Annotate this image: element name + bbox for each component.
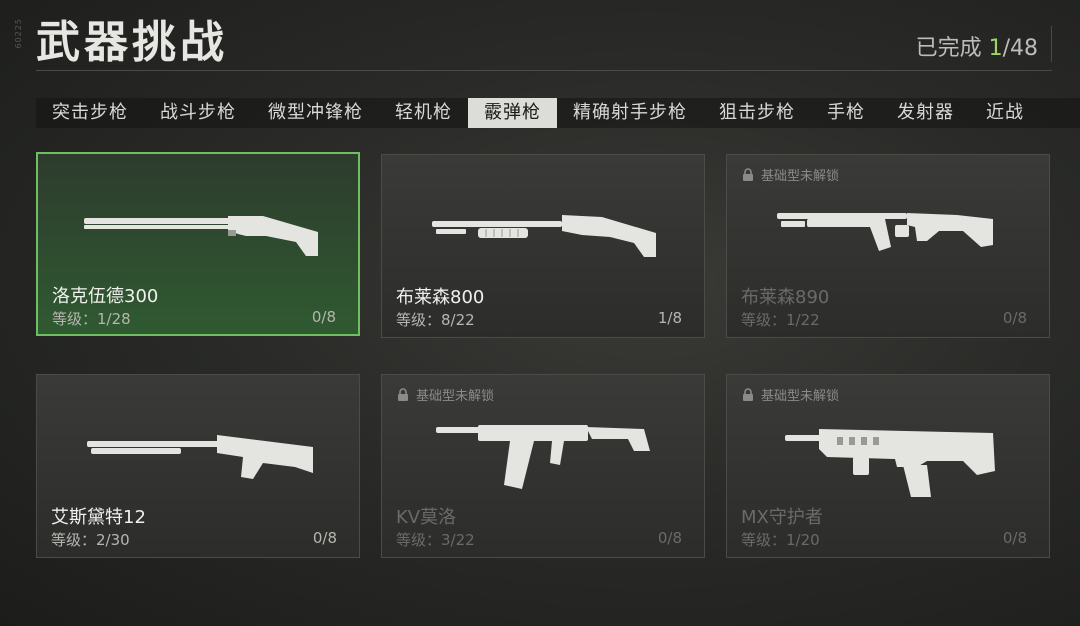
weapon-card-bryson-800[interactable]: 布莱森800 等级：8/22 1/8: [381, 154, 705, 338]
progress-total: /48: [1002, 36, 1038, 61]
tab-pistols[interactable]: 手枪: [811, 98, 881, 128]
weapon-name: KV莫洛: [396, 507, 457, 528]
lock-text: 基础型未解锁: [416, 389, 495, 404]
challenge-count: 0/8: [311, 308, 336, 326]
tab-assault-rifles[interactable]: 突击步枪: [36, 98, 144, 128]
expedite-12-shotgun-icon: [87, 435, 313, 479]
weapon-level: 等级：3/22: [396, 531, 475, 549]
lock-text: 基础型未解锁: [761, 169, 840, 184]
tab-lmgs[interactable]: 轻机枪: [379, 98, 468, 128]
tab-battle-rifles[interactable]: 战斗步枪: [144, 98, 252, 128]
weapon-class-tabs: 突击步枪 战斗步枪 微型冲锋枪 轻机枪 霰弹枪 精确射手步枪 狙击步枪 手枪 发…: [36, 98, 1080, 128]
challenge-count: 0/8: [1002, 309, 1027, 327]
tab-melee[interactable]: 近战: [970, 98, 1040, 128]
locked-status: 基础型未解锁: [741, 165, 839, 184]
completion-progress: 已完成 1/48: [916, 30, 1038, 62]
weapon-level: 等级：1/22: [741, 311, 820, 329]
kv-broadside-shotgun-icon: [436, 425, 650, 489]
weapon-name: 布莱森800: [396, 287, 485, 308]
weapon-card-bryson-890[interactable]: 基础型未解锁 布莱森890 等级：1/22 0/8: [726, 154, 1050, 338]
tab-marksman-rifles[interactable]: 精确射手步枪: [557, 98, 703, 128]
challenge-count: 0/8: [657, 529, 682, 547]
bryson-890-shotgun-icon: [777, 213, 993, 251]
weapon-level: 等级：1/28: [52, 310, 131, 328]
tab-sniper-rifles[interactable]: 狙击步枪: [703, 98, 811, 128]
weapon-card-mx-guardian[interactable]: 基础型未解锁 MX守护者 等级：1/20 0/8: [726, 374, 1050, 558]
page-title: 武器挑战: [36, 17, 228, 68]
tab-launchers[interactable]: 发射器: [881, 98, 970, 128]
weapon-card-kv-broadside[interactable]: 基础型未解锁 KV莫洛 等级：3/22 0/8: [381, 374, 705, 558]
weapon-card-lockwood-300[interactable]: 洛克伍德300 等级：1/28 0/8: [36, 152, 360, 336]
header-divider: [36, 70, 1052, 71]
mx-guardian-shotgun-icon: [785, 429, 995, 497]
lock-icon: [398, 387, 408, 401]
tab-shotguns[interactable]: 霰弹枪: [468, 98, 557, 128]
progress-done: 1: [988, 36, 1003, 61]
weapon-card-expedite-12[interactable]: 艾斯黛特12 等级：2/30 0/8: [36, 374, 360, 558]
weapon-level: 等级：8/22: [396, 311, 475, 329]
weapon-level: 等级：1/20: [741, 531, 820, 549]
locked-status: 基础型未解锁: [741, 385, 839, 404]
lock-text: 基础型未解锁: [761, 389, 840, 404]
progress-label: 已完成: [915, 36, 989, 61]
bryson-800-shotgun-icon: [432, 215, 656, 257]
weapon-name: 艾斯黛特12: [51, 507, 146, 528]
lock-icon: [743, 387, 753, 401]
weapon-name: MX守护者: [741, 507, 823, 528]
weapon-name: 洛克伍德300: [52, 286, 159, 307]
side-tag: 60225: [14, 18, 23, 49]
weapon-name: 布莱森890: [741, 287, 830, 308]
locked-status: 基础型未解锁: [396, 385, 494, 404]
challenge-count: 0/8: [1002, 529, 1027, 547]
tab-smgs[interactable]: 微型冲锋枪: [252, 98, 379, 128]
challenge-count: 1/8: [657, 309, 682, 327]
divider: [1051, 26, 1052, 62]
lockwood-300-shotgun-icon: [84, 216, 318, 256]
weapon-level: 等级：2/30: [51, 531, 130, 549]
lock-icon: [743, 167, 753, 181]
challenge-count: 0/8: [312, 529, 337, 547]
